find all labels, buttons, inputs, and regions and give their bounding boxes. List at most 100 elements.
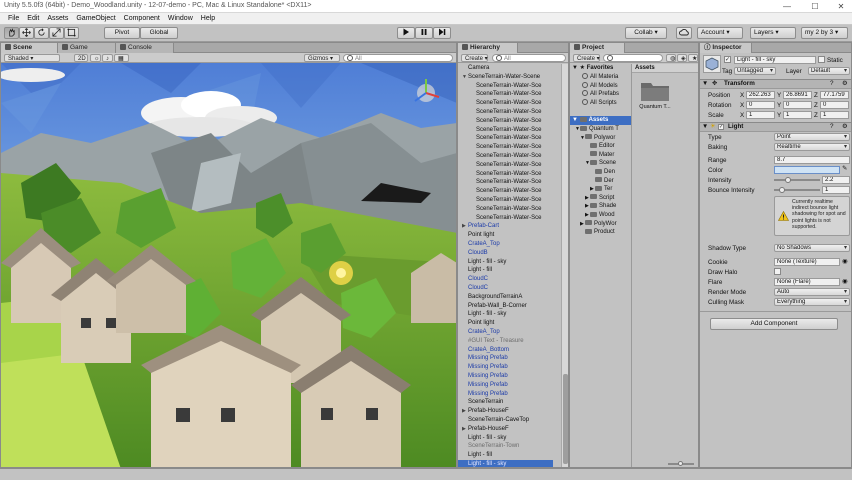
pivot-toggle[interactable]: Pivot xyxy=(104,27,140,39)
hierarchy-row[interactable]: #GUI Text - Treasure xyxy=(458,337,553,346)
hierarchy-row[interactable]: CloudC xyxy=(458,284,553,293)
favorite-item[interactable]: All Prefabs xyxy=(570,90,631,99)
intensity-slider-knob[interactable] xyxy=(785,177,791,183)
hierarchy-search-input[interactable]: All xyxy=(492,54,566,62)
bounce-intensity-field[interactable]: 1 xyxy=(822,186,850,194)
axis-y-label[interactable]: Y xyxy=(777,112,781,119)
help-icon[interactable]: ? xyxy=(830,80,834,87)
help-icon[interactable]: ? xyxy=(830,123,834,130)
tab-hierarchy[interactable]: Hierarchy xyxy=(458,43,518,53)
hierarchy-row[interactable]: ▶ Prefab-HouseF xyxy=(458,407,553,416)
hierarchy-row[interactable]: CloudB xyxy=(458,249,553,258)
hierarchy-row[interactable]: Point light xyxy=(458,231,553,240)
hierarchy-row[interactable]: CrateA_Top xyxy=(458,240,553,249)
rect-tool-button[interactable] xyxy=(64,27,79,39)
gear-icon[interactable]: ⚙ xyxy=(842,80,848,87)
hierarchy-row[interactable]: SceneTerrain-Water-Sce xyxy=(458,170,553,179)
tag-dropdown[interactable]: Untagged xyxy=(734,67,776,75)
bounce-slider-knob[interactable] xyxy=(779,187,785,193)
effects-dropdown[interactable]: ▦ xyxy=(114,54,129,62)
filter-label-button[interactable]: ◈ xyxy=(677,54,687,62)
project-folder-item[interactable]: ▼ Polywor xyxy=(570,134,631,143)
collab-dropdown[interactable]: Collab ▾ xyxy=(625,27,667,39)
project-folder-item[interactable]: ▶ Wood xyxy=(570,211,631,220)
hierarchy-row[interactable]: SceneTerrain-Town xyxy=(458,442,553,451)
layer-dropdown[interactable]: Default xyxy=(808,67,850,75)
position-x-field[interactable]: 262.263 xyxy=(746,91,775,99)
axis-y-label[interactable]: Y xyxy=(777,92,781,99)
add-component-button[interactable]: Add Component xyxy=(710,318,838,330)
static-checkbox[interactable] xyxy=(818,56,825,63)
scale-x-field[interactable]: 1 xyxy=(746,111,775,119)
hierarchy-row[interactable]: Missing Prefab xyxy=(458,354,553,363)
object-picker-icon[interactable]: ◉ xyxy=(842,258,848,265)
rotation-y-field[interactable]: 0 xyxy=(783,101,812,109)
hierarchy-row[interactable]: SceneTerrain-Water-Sce xyxy=(458,214,553,223)
scene-viewport[interactable] xyxy=(1,63,457,468)
hierarchy-row[interactable]: SceneTerrain-Water-Sce xyxy=(458,134,553,143)
menu-edit[interactable]: Edit xyxy=(23,13,43,24)
project-folder-item[interactable]: ▼ Quantum T xyxy=(570,125,631,134)
cloud-button[interactable] xyxy=(676,27,692,39)
project-folder-item[interactable]: ▶ Ter xyxy=(570,185,631,194)
hierarchy-row[interactable]: ▶ Prefab-HouseF xyxy=(458,425,553,434)
cookie-field[interactable]: None (Texture) xyxy=(774,258,840,266)
hierarchy-row[interactable]: CloudC xyxy=(458,275,553,284)
project-folder-item[interactable]: Der xyxy=(570,177,631,186)
hierarchy-row[interactable]: CrateA_Bottom xyxy=(458,346,553,355)
hierarchy-row[interactable]: SceneTerrain-CaveTop xyxy=(458,416,553,425)
favorite-item[interactable]: All Materia xyxy=(570,73,631,82)
hierarchy-row[interactable]: Missing Prefab xyxy=(458,381,553,390)
icon-size-slider[interactable] xyxy=(668,461,694,467)
hierarchy-row[interactable]: Missing Prefab xyxy=(458,363,553,372)
rotation-z-field[interactable]: 0 xyxy=(820,101,849,109)
hand-tool-button[interactable] xyxy=(4,27,19,39)
minimize-button[interactable]: — xyxy=(778,0,796,13)
draw-halo-checkbox[interactable] xyxy=(774,268,781,275)
project-folder-item[interactable]: ▶ Script xyxy=(570,194,631,203)
favorite-button[interactable]: ★ xyxy=(688,54,698,62)
hierarchy-row[interactable]: Prefab-Wall_B-Corner xyxy=(458,302,553,311)
bounce-intensity-slider[interactable] xyxy=(774,186,820,194)
layers-dropdown[interactable]: Layers ▾ xyxy=(750,27,796,39)
play-button[interactable] xyxy=(397,27,415,39)
project-folder-item[interactable]: ▶ PolyWor xyxy=(570,220,631,229)
hierarchy-row[interactable]: SceneTerrain-Water-Sce xyxy=(458,187,553,196)
2d-toggle[interactable]: 2D xyxy=(74,54,88,62)
rotate-tool-button[interactable] xyxy=(34,27,49,39)
hierarchy-row[interactable]: SceneTerrain-Water-Sce xyxy=(458,161,553,170)
project-create-dropdown[interactable]: Create ▾ xyxy=(573,54,600,62)
axis-x-label[interactable]: X xyxy=(740,112,744,119)
hierarchy-row[interactable]: Light - fill - sky xyxy=(458,434,553,443)
hierarchy-row[interactable]: Light - fill xyxy=(458,266,553,275)
hierarchy-row[interactable]: SceneTerrain-Water-Sce xyxy=(458,108,553,117)
hierarchy-row[interactable]: CrateA_Top xyxy=(458,328,553,337)
hierarchy-row[interactable]: Light - fill xyxy=(458,451,553,460)
project-folder-item[interactable]: Editor xyxy=(570,142,631,151)
assets-root[interactable]: ▼ Assets xyxy=(570,116,631,125)
gear-icon[interactable]: ⚙ xyxy=(842,123,848,130)
axis-x-label[interactable]: X xyxy=(740,102,744,109)
project-folder-item[interactable]: Product xyxy=(570,228,631,237)
hierarchy-row[interactable]: ▶ Prefab-Cart xyxy=(458,222,553,231)
hierarchy-row[interactable]: SceneTerrain-Water-Sce xyxy=(458,152,553,161)
axis-x-label[interactable]: X xyxy=(740,92,744,99)
menu-component[interactable]: Component xyxy=(120,13,164,24)
intensity-slider[interactable] xyxy=(774,176,820,184)
favorite-item[interactable]: All Models xyxy=(570,81,631,91)
maximize-button[interactable]: ☐ xyxy=(806,0,824,13)
culling-mask-dropdown[interactable]: Everything xyxy=(774,298,850,306)
hierarchy-row[interactable]: SceneTerrain-Water-Sce xyxy=(458,196,553,205)
project-breadcrumb[interactable]: Assets xyxy=(632,64,698,73)
hierarchy-row[interactable]: BackgroundTerrainA xyxy=(458,293,553,302)
hierarchy-row[interactable]: Light - fill - sky xyxy=(458,310,553,319)
hierarchy-row[interactable]: SceneTerrain-Water-Sce xyxy=(458,205,553,214)
light-header[interactable]: ▼ ☀ ✓ Light ? ⚙ xyxy=(700,122,851,132)
position-y-field[interactable]: 26.8691 xyxy=(783,91,812,99)
scene-search-input[interactable]: All xyxy=(343,54,453,62)
flare-field[interactable]: None (Flare) xyxy=(774,278,840,286)
hierarchy-row[interactable]: Point light xyxy=(458,319,553,328)
object-name-field[interactable]: Light - fill - sky xyxy=(734,56,816,64)
shading-mode-dropdown[interactable]: Shaded ▾ xyxy=(4,54,60,62)
position-z-field[interactable]: 77.1759 xyxy=(820,91,849,99)
